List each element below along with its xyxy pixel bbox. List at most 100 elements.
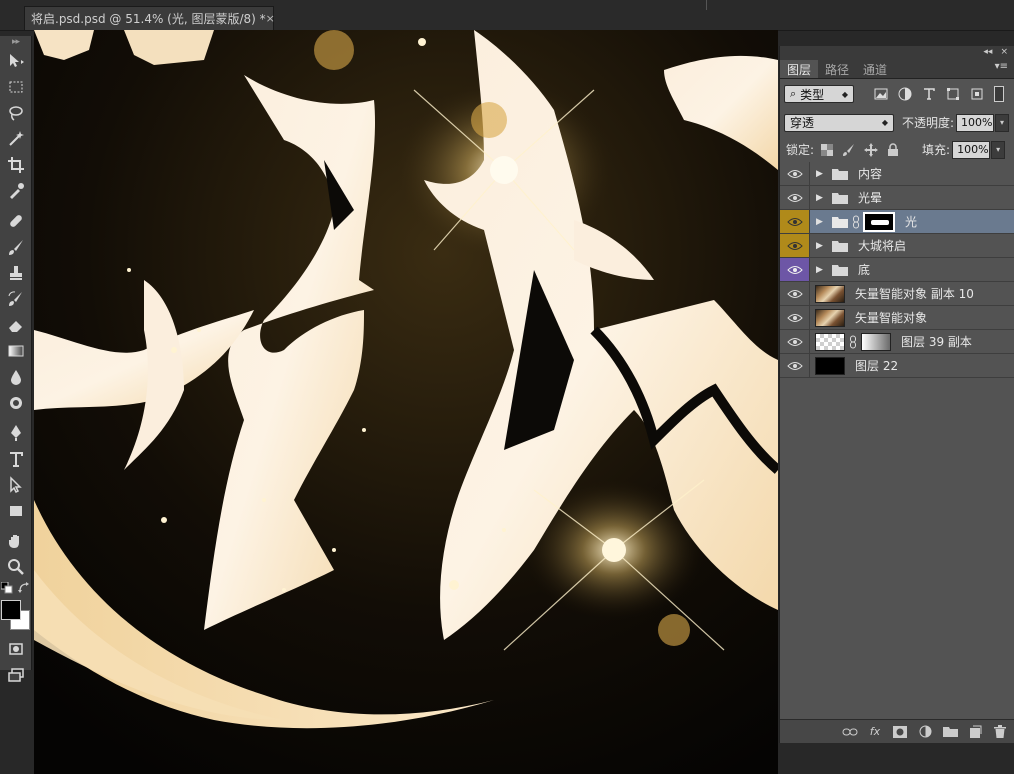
folder-icon	[832, 264, 848, 276]
adjustment-layer-icon[interactable]	[917, 725, 933, 739]
collapse-panel-icon[interactable]: ◂◂	[983, 47, 992, 57]
layer-row-halo[interactable]: ▶ 光晕	[780, 186, 1014, 210]
tab-layers[interactable]: 图层	[780, 60, 819, 78]
filter-smart-object-icon[interactable]	[970, 87, 984, 101]
filter-type-icon[interactable]	[922, 87, 936, 101]
lasso-tool[interactable]	[0, 100, 32, 126]
eraser-tool[interactable]	[0, 312, 32, 338]
brush-tool[interactable]	[0, 234, 32, 260]
layer-row-39-copy[interactable]: 图层 39 副本	[780, 330, 1014, 354]
delete-layer-icon[interactable]	[992, 725, 1008, 739]
move-tool[interactable]	[0, 48, 32, 74]
visibility-toggle[interactable]	[780, 354, 810, 377]
document-canvas[interactable]	[34, 30, 778, 774]
visibility-toggle[interactable]	[780, 258, 810, 281]
layer-style-fx-icon[interactable]: fx	[867, 725, 883, 739]
crop-tool[interactable]	[0, 152, 32, 178]
layer-row-light[interactable]: ▶ 光	[780, 210, 1014, 234]
expand-triangle-icon[interactable]: ▶	[816, 193, 826, 203]
clone-stamp-icon	[10, 266, 22, 280]
tab-channels[interactable]: 通道	[856, 60, 894, 78]
folder-icon	[832, 216, 848, 228]
dodge-tool[interactable]	[0, 390, 32, 416]
blur-tool[interactable]	[0, 364, 32, 390]
expand-triangle-icon[interactable]: ▶	[816, 217, 826, 227]
default-colors-icon[interactable]	[1, 582, 13, 594]
visibility-toggle[interactable]	[780, 234, 810, 257]
visibility-toggle[interactable]	[780, 210, 810, 233]
blend-mode-dropdown[interactable]: 穿透 ◆	[784, 113, 894, 132]
close-tab-icon[interactable]: ×	[266, 12, 275, 25]
opacity-input[interactable]: 100%	[956, 113, 995, 132]
filter-shape-icon[interactable]	[946, 87, 960, 101]
screen-mode-tool[interactable]	[0, 662, 32, 688]
rectangle-tool[interactable]	[0, 498, 32, 524]
tab-paths[interactable]: 路径	[818, 60, 856, 78]
filter-kind-dropdown[interactable]: ⌕ 类型 ◆	[784, 85, 854, 103]
type-tool[interactable]	[0, 446, 32, 472]
eyedropper-tool[interactable]	[0, 178, 32, 204]
marquee-tool[interactable]	[0, 74, 32, 100]
foreground-color-swatch[interactable]	[1, 600, 21, 620]
expand-triangle-icon[interactable]: ▶	[816, 169, 826, 179]
hand-tool[interactable]	[0, 528, 32, 554]
gradient-tool[interactable]	[0, 338, 32, 364]
layer-thumbnail[interactable]	[815, 284, 845, 303]
layer-row-smart-copy[interactable]: 矢量智能对象 副本 10	[780, 282, 1014, 306]
new-group-icon[interactable]	[942, 725, 958, 739]
clone-stamp-tool[interactable]	[0, 260, 32, 286]
document-tab[interactable]: 将启.psd.psd @ 51.4% (光, 图层蒙版/8) * ×	[24, 6, 275, 30]
layer-row-smart[interactable]: 矢量智能对象	[780, 306, 1014, 330]
opacity-slider-arrow-icon[interactable]: ▾	[995, 113, 1010, 132]
folder-icon	[832, 240, 848, 252]
tools-panel-grip[interactable]: ▸▸	[0, 36, 31, 48]
history-brush-tool[interactable]	[0, 286, 32, 312]
mask-link-icon[interactable]	[849, 335, 857, 349]
path-selection-tool[interactable]	[0, 472, 32, 498]
layer-thumbnail[interactable]	[815, 332, 845, 351]
visibility-toggle[interactable]	[780, 282, 810, 305]
layer-name: 光晕	[858, 191, 883, 205]
layer-row-content[interactable]: ▶ 内容	[780, 162, 1014, 186]
new-layer-icon[interactable]	[967, 725, 983, 739]
mask-link-icon[interactable]	[852, 215, 860, 229]
layer-row-22[interactable]: 图层 22	[780, 354, 1014, 378]
filter-adjustment-icon[interactable]	[898, 87, 912, 101]
filter-pixel-icon[interactable]	[874, 87, 888, 101]
lock-position-icon[interactable]	[864, 142, 879, 157]
visibility-toggle[interactable]	[780, 186, 810, 209]
layer-mask-thumbnail[interactable]	[861, 332, 891, 351]
fill-input[interactable]: 100%	[952, 140, 991, 159]
layer-name: 光	[905, 215, 918, 229]
pen-tool[interactable]	[0, 420, 32, 446]
close-panel-icon[interactable]: ×	[1000, 47, 1008, 57]
visibility-toggle[interactable]	[780, 162, 810, 185]
healing-brush-tool[interactable]	[0, 208, 32, 234]
lock-transparent-icon[interactable]	[820, 143, 834, 157]
folder-icon	[832, 168, 848, 180]
expand-triangle-icon[interactable]: ▶	[816, 265, 826, 275]
marquee-icon	[9, 81, 23, 93]
quick-mask-tool[interactable]	[0, 636, 32, 662]
swap-colors-icon[interactable]	[18, 582, 30, 594]
layer-row-base[interactable]: ▶ 底	[780, 258, 1014, 282]
fill-slider-arrow-icon[interactable]: ▾	[991, 140, 1006, 159]
lock-pixels-icon[interactable]	[842, 143, 856, 157]
filter-toggle-switch[interactable]	[994, 86, 1004, 102]
eye-icon	[786, 169, 803, 178]
layer-row-title-group[interactable]: ▶ 大城将启	[780, 234, 1014, 258]
visibility-toggle[interactable]	[780, 306, 810, 329]
dodge-icon	[10, 397, 22, 409]
layer-mask-thumbnail[interactable]	[863, 211, 895, 232]
panel-collapse-bar[interactable]: ◂◂ ×	[780, 46, 1014, 58]
zoom-tool[interactable]	[0, 554, 32, 580]
add-mask-icon[interactable]	[892, 725, 908, 739]
lock-all-icon[interactable]	[886, 142, 900, 157]
expand-triangle-icon[interactable]: ▶	[816, 241, 826, 251]
magic-wand-tool[interactable]	[0, 126, 32, 152]
layer-thumbnail[interactable]	[815, 308, 845, 327]
visibility-toggle[interactable]	[780, 330, 810, 353]
panel-menu-icon[interactable]: ▾≡	[995, 61, 1008, 72]
layer-thumbnail[interactable]	[815, 356, 845, 375]
link-layers-icon[interactable]	[842, 725, 858, 739]
